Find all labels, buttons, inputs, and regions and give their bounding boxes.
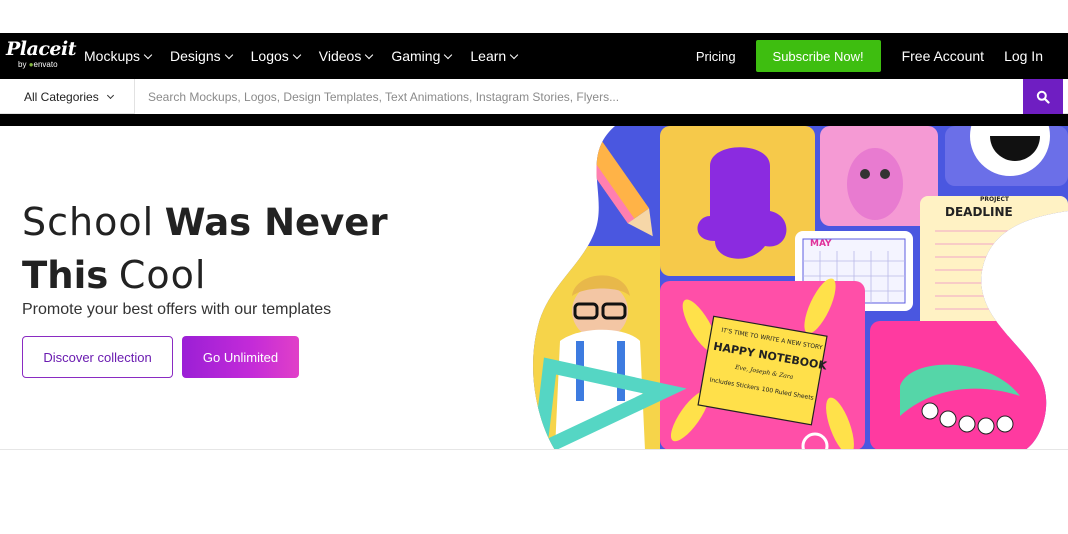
search-input[interactable]: [135, 79, 1023, 114]
nav-logos[interactable]: Logos: [250, 48, 302, 64]
category-select-label: All Categories: [24, 89, 99, 104]
project-label: PROJECT: [980, 196, 1010, 203]
login-link[interactable]: Log In: [1004, 48, 1043, 64]
chevron-down-icon: [365, 50, 374, 59]
hero-title-script-1: School: [22, 200, 155, 244]
logo-by: by: [18, 60, 27, 69]
top-navbar: Placeit by ●envato Mockups Designs Logos…: [0, 33, 1068, 79]
discover-collection-button[interactable]: Discover collection: [22, 336, 173, 378]
nav-learn[interactable]: Learn: [470, 48, 519, 64]
page: Placeit by ●envato Mockups Designs Logos…: [0, 0, 1068, 534]
pricing-link[interactable]: Pricing: [696, 49, 736, 64]
main-nav: Mockups Designs Logos Videos Gaming Lear…: [84, 48, 536, 64]
search-icon: [1036, 90, 1050, 104]
calendar-month: MAY: [810, 239, 832, 249]
hero-title-bold-2: This: [22, 254, 109, 297]
nav-gaming[interactable]: Gaming: [391, 48, 453, 64]
search-button[interactable]: [1023, 79, 1063, 114]
go-unlimited-button[interactable]: Go Unlimited: [182, 336, 299, 378]
hero-title: School Was Never This Cool: [22, 196, 388, 302]
deadline-label: DEADLINE: [945, 205, 1013, 219]
chevron-down-icon: [509, 50, 519, 59]
chevron-down-icon: [444, 50, 453, 59]
nav-videos-label: Videos: [318, 48, 362, 64]
nav-actions: Pricing Subscribe Now! Free Account Log …: [696, 33, 1068, 79]
logo-envato: envato: [33, 60, 58, 69]
nav-designs-label: Designs: [170, 48, 221, 64]
logo-wordmark: Placeit: [6, 38, 76, 60]
nav-mockups-label: Mockups: [84, 48, 141, 64]
chevron-down-icon: [292, 50, 302, 59]
hero-title-bold-1: Was Never: [164, 201, 388, 244]
hero-subtitle: Promote your best offers with our templa…: [22, 301, 332, 318]
hero-collage-image: MAY PROJECT DEADLINE IT'S TIME TO WRITE …: [533, 126, 1068, 449]
chevron-down-icon: [106, 91, 114, 99]
logo-byline: by ●envato: [18, 60, 58, 69]
search-bar: All Categories: [0, 79, 1068, 114]
free-account-link[interactable]: Free Account: [902, 48, 985, 64]
chevron-down-icon: [224, 50, 233, 59]
chevron-down-icon: [143, 50, 153, 59]
subscribe-button[interactable]: Subscribe Now!: [755, 40, 881, 72]
hero-title-script-2: Cool: [118, 253, 207, 297]
placeit-logo[interactable]: Placeit by ●envato: [4, 33, 84, 79]
header-divider: [0, 114, 1068, 126]
nav-designs[interactable]: Designs: [170, 48, 233, 64]
nav-mockups[interactable]: Mockups: [84, 48, 153, 64]
nav-gaming-label: Gaming: [391, 48, 441, 64]
hero-banner: School Was Never This Cool Promote your …: [0, 126, 1068, 450]
nav-logos-label: Logos: [250, 48, 289, 64]
category-select[interactable]: All Categories: [0, 79, 135, 114]
nav-learn-label: Learn: [470, 48, 507, 64]
nav-videos[interactable]: Videos: [318, 48, 374, 64]
